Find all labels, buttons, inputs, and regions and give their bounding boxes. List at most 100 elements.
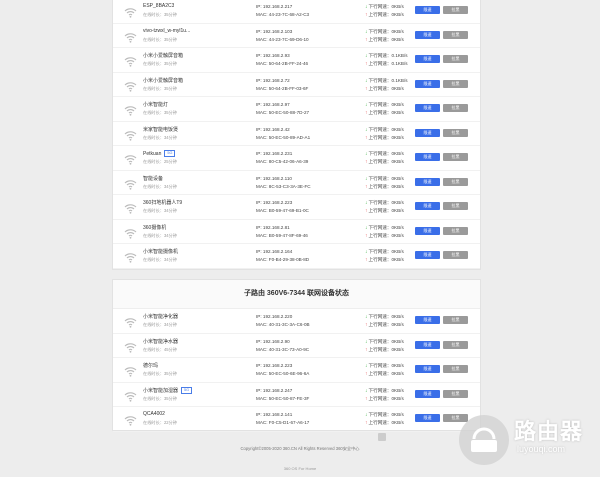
online-duration: 在线时长：34分钟 bbox=[143, 257, 177, 262]
device-ip: IP: 192.168.2.42 bbox=[256, 126, 290, 132]
upload-speed: ↑上行网速：0KB/s bbox=[365, 257, 404, 263]
down-arrow-icon: ↓ bbox=[365, 387, 368, 394]
limit-speed-button[interactable]: 限速 bbox=[415, 226, 440, 235]
device-ip: IP: 192.168.2.223 bbox=[256, 363, 293, 368]
down-arrow-icon: ↓ bbox=[365, 338, 368, 345]
device-row: 小米智能净化器 在线时长：34分钟 IP: 192.168.2.220 MAC: 40… bbox=[113, 309, 480, 334]
upload-speed: ↑上行网速：0KB/s bbox=[365, 420, 404, 426]
limit-speed-button[interactable]: 限速 bbox=[415, 414, 440, 422]
limit-speed-button[interactable]: 限速 bbox=[415, 251, 440, 259]
device-name: QCA4002 bbox=[143, 411, 165, 417]
watermark: 路由器 luyouqi.com bbox=[459, 412, 600, 472]
device-mac: MAC: 40-31-3C-73-A0-9C bbox=[256, 346, 310, 352]
wifi-icon bbox=[124, 30, 137, 43]
upload-speed: ↑上行网速：0KB/s bbox=[365, 12, 404, 18]
device-mac: MAC: 80-C5-42-06-A6-39 bbox=[256, 159, 309, 164]
device-ip: IP: 192.168.2.103 bbox=[256, 28, 293, 34]
limit-speed-button[interactable]: 限速 bbox=[415, 55, 440, 63]
limit-speed-button[interactable]: 限速 bbox=[415, 79, 440, 88]
up-arrow-icon: ↑ bbox=[365, 110, 368, 116]
up-arrow-icon: ↑ bbox=[365, 85, 368, 92]
wifi-icon bbox=[124, 152, 137, 165]
online-duration: 在线时长：22分钟 bbox=[143, 420, 177, 425]
device-name: 小米智能加湿器 5G bbox=[143, 386, 193, 394]
up-arrow-icon: ↑ bbox=[365, 208, 368, 214]
up-arrow-icon: ↑ bbox=[365, 36, 368, 43]
block-device-button[interactable]: 拉黑 bbox=[443, 104, 468, 112]
device-name: 小米智能摄像机 bbox=[143, 249, 179, 255]
online-duration: 在线时长：35分钟 bbox=[143, 85, 177, 91]
device-mac: MAC: 50-EC-50-88-7D-27 bbox=[256, 110, 310, 115]
block-device-button[interactable]: 拉黑 bbox=[443, 30, 468, 39]
down-arrow-icon: ↓ bbox=[365, 53, 368, 59]
limit-speed-button[interactable]: 限速 bbox=[415, 202, 440, 210]
limit-speed-button[interactable]: 限速 bbox=[415, 316, 440, 324]
block-device-button[interactable]: 拉黑 bbox=[443, 128, 468, 137]
device-mac: MAC: 50-EC-50-87-FE-3F bbox=[256, 395, 310, 401]
limit-speed-button[interactable]: 限速 bbox=[415, 153, 440, 161]
device-name: 小米智能净水器 bbox=[143, 338, 179, 345]
online-duration: 在线时长：35分钟 bbox=[143, 395, 177, 401]
download-speed: ↓下行网速：0.1KB/s bbox=[365, 53, 408, 59]
device-row: vivo-tzwxl_w-myl1u... 在线时长：35分钟 IP: 192.16… bbox=[113, 24, 480, 48]
block-device-button[interactable]: 拉黑 bbox=[443, 226, 468, 235]
device-row: 360摄像机 在线时长：34分钟 IP: 192.168.2.81 MAC: B0-5… bbox=[113, 220, 480, 244]
block-device-button[interactable]: 拉黑 bbox=[443, 79, 468, 88]
upload-speed: ↑上行网速：0KB/s bbox=[365, 322, 404, 328]
limit-speed-button[interactable]: 限速 bbox=[415, 6, 440, 14]
up-arrow-icon: ↑ bbox=[365, 346, 368, 353]
download-speed: ↓下行网速：0KB/s bbox=[365, 314, 404, 320]
device-name: 智能设备 bbox=[143, 175, 164, 182]
device-mac: MAC: 50-EC-50-89-AD-A1 bbox=[256, 134, 311, 140]
device-row: 智能设备 在线时长：34分钟 IP: 192.168.2.110 MAC: 8C-53… bbox=[113, 171, 480, 195]
device-ip: IP: 192.168.2.223 bbox=[256, 200, 293, 205]
device-mac: MAC: B0-59-47-8F-69-46 bbox=[256, 232, 308, 238]
limit-speed-button[interactable]: 限速 bbox=[415, 104, 440, 112]
sub-router-device-panel: 子路由 360V6-7344 联网设备状态 小米智能净化器 在线时长：34分钟 IP… bbox=[112, 279, 481, 432]
online-duration: 在线时长：25分钟 bbox=[143, 159, 177, 164]
down-arrow-icon: ↓ bbox=[365, 314, 368, 320]
block-device-button[interactable]: 拉黑 bbox=[443, 177, 468, 186]
download-speed: ↓下行网速：0KB/s bbox=[365, 200, 404, 206]
device-ip: IP: 192.168.2.81 bbox=[256, 224, 290, 230]
limit-speed-button[interactable]: 限速 bbox=[415, 128, 440, 137]
download-speed: ↓下行网速：0KB/s bbox=[365, 249, 404, 255]
device-mac: MAC: F0-B4-29-38-0B-8D bbox=[256, 257, 310, 262]
block-device-button[interactable]: 拉黑 bbox=[443, 251, 468, 259]
limit-speed-button[interactable]: 限速 bbox=[415, 340, 440, 349]
band-badge: 5G bbox=[181, 386, 193, 394]
upload-speed: ↑上行网速：0KB/s bbox=[365, 232, 404, 239]
download-speed: ↓下行网速：0KB/s bbox=[365, 175, 404, 182]
download-speed: ↓下行网速：0KB/s bbox=[365, 102, 404, 108]
block-device-button[interactable]: 拉黑 bbox=[443, 153, 468, 161]
block-device-button[interactable]: 拉黑 bbox=[443, 55, 468, 63]
download-speed: ↓下行网速：0KB/s bbox=[365, 338, 404, 345]
device-mac: MAC: 50-EC-50-6E-96-6A bbox=[256, 371, 310, 376]
device-name: 小米智能灯 bbox=[143, 102, 169, 108]
device-ip: IP: 192.168.2.217 bbox=[256, 4, 293, 9]
sub-router-title: 子路由 360V6-7344 联网设备状态 bbox=[113, 280, 480, 309]
limit-speed-button[interactable]: 限速 bbox=[415, 365, 440, 373]
block-device-button[interactable]: 拉黑 bbox=[443, 316, 468, 324]
scroll-marker[interactable] bbox=[378, 433, 386, 441]
wifi-icon bbox=[124, 364, 137, 377]
device-mac: MAC: B0-59-47-69-B1-0C bbox=[256, 208, 309, 213]
limit-speed-button[interactable]: 限速 bbox=[415, 30, 440, 39]
block-device-button[interactable]: 拉黑 bbox=[443, 389, 468, 398]
device-ip: IP: 192.168.2.247 bbox=[256, 387, 293, 393]
block-device-button[interactable]: 拉黑 bbox=[443, 365, 468, 373]
device-name: vivo-tzwxl_w-myl1u... bbox=[143, 27, 191, 34]
block-device-button[interactable]: 拉黑 bbox=[443, 202, 468, 210]
limit-speed-button[interactable]: 限速 bbox=[415, 389, 440, 398]
limit-speed-button[interactable]: 限速 bbox=[415, 177, 440, 186]
block-device-button[interactable]: 拉黑 bbox=[443, 6, 468, 14]
device-name: 小米智能净化器 bbox=[143, 314, 179, 320]
block-device-button[interactable]: 拉黑 bbox=[443, 340, 468, 349]
device-name: 德尔玛 bbox=[143, 363, 159, 369]
wifi-icon bbox=[124, 226, 137, 239]
device-name: 360扫地机器人T9 bbox=[143, 200, 183, 206]
wifi-icon bbox=[124, 177, 137, 190]
down-arrow-icon: ↓ bbox=[365, 77, 368, 84]
device-name: 米家智能电饭煲 bbox=[143, 126, 179, 133]
wifi-icon bbox=[124, 128, 137, 141]
